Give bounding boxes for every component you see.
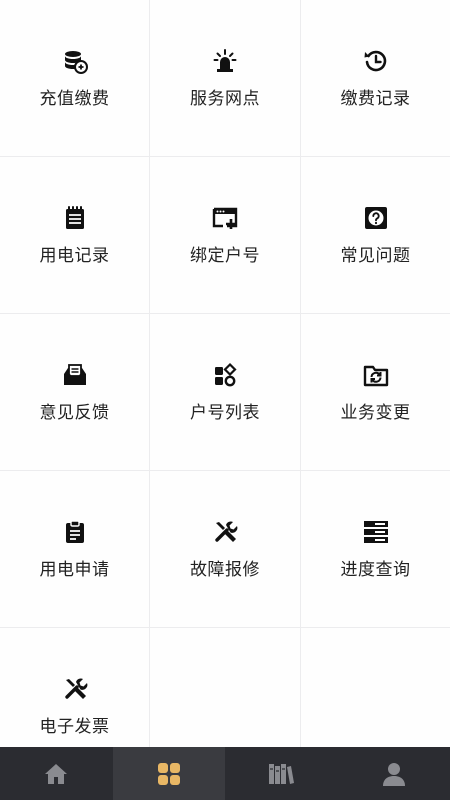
service-grid: 充值缴费 服务网点 缴费记录 用电记录 绑定户号 常见问题 意见反馈 户号列表 … xyxy=(0,0,450,747)
user-icon xyxy=(380,760,408,788)
grid-item-usage-records[interactable]: 用电记录 xyxy=(0,157,149,313)
grid-empty-cell xyxy=(301,628,450,747)
grid-item-label: 绑定户号 xyxy=(190,246,260,266)
app-screen: 充值缴费 服务网点 缴费记录 用电记录 绑定户号 常见问题 意见反馈 户号列表 … xyxy=(0,0,450,800)
grid-item-label: 意见反馈 xyxy=(39,403,110,423)
grid-item-power-application[interactable]: 用电申请 xyxy=(0,471,149,627)
grid-item-label: 服务网点 xyxy=(190,89,260,109)
grid-item-fault-repair[interactable]: 故障报修 xyxy=(150,471,300,627)
tools-repair-icon xyxy=(61,675,89,703)
books-icon xyxy=(267,760,295,788)
tab-services[interactable] xyxy=(112,747,225,800)
grid-item-label: 电子发票 xyxy=(39,717,110,737)
grid-item-label: 用电申请 xyxy=(39,560,110,580)
siren-beacon-icon xyxy=(211,47,239,75)
tab-library[interactable] xyxy=(225,747,338,800)
window-add-icon xyxy=(211,204,239,232)
grid-item-account-list[interactable]: 户号列表 xyxy=(150,314,300,470)
grid-item-label: 户号列表 xyxy=(190,403,260,423)
database-coins-icon xyxy=(61,47,89,75)
grid-item-payment-records[interactable]: 缴费记录 xyxy=(301,0,450,156)
apps-grid-icon xyxy=(211,361,239,389)
bottom-tab-bar xyxy=(0,747,450,800)
grid-item-e-invoice[interactable]: 电子发票 xyxy=(0,628,149,747)
grid-item-label: 缴费记录 xyxy=(340,89,411,109)
server-list-icon xyxy=(362,518,390,546)
notepad-icon xyxy=(61,204,89,232)
grid-item-label: 用电记录 xyxy=(39,246,110,266)
grid-item-feedback[interactable]: 意见反馈 xyxy=(0,314,149,470)
grid-item-progress-query[interactable]: 进度查询 xyxy=(301,471,450,627)
home-icon xyxy=(42,760,70,788)
grid-item-label: 充值缴费 xyxy=(39,89,110,109)
folder-sync-icon xyxy=(362,361,390,389)
grid-item-label: 常见问题 xyxy=(340,246,411,266)
tools-repair-icon xyxy=(211,518,239,546)
grid-item-label: 业务变更 xyxy=(340,403,411,423)
question-box-icon xyxy=(362,204,390,232)
tab-profile[interactable] xyxy=(338,747,450,800)
grid-item-faq[interactable]: 常见问题 xyxy=(301,157,450,313)
mail-tray-icon xyxy=(61,361,89,389)
tab-home[interactable] xyxy=(0,747,113,800)
grid-empty-cell xyxy=(150,628,300,747)
grid-item-business-change[interactable]: 业务变更 xyxy=(301,314,450,470)
grid-item-label: 故障报修 xyxy=(190,560,260,580)
grid-item-service-outlets[interactable]: 服务网点 xyxy=(150,0,300,156)
clipboard-icon xyxy=(61,518,89,546)
grid-item-label: 进度查询 xyxy=(340,560,411,580)
grid-item-recharge[interactable]: 充值缴费 xyxy=(0,0,149,156)
apps-icon xyxy=(155,760,183,788)
clock-history-icon xyxy=(362,47,390,75)
grid-item-bind-account[interactable]: 绑定户号 xyxy=(150,157,300,313)
